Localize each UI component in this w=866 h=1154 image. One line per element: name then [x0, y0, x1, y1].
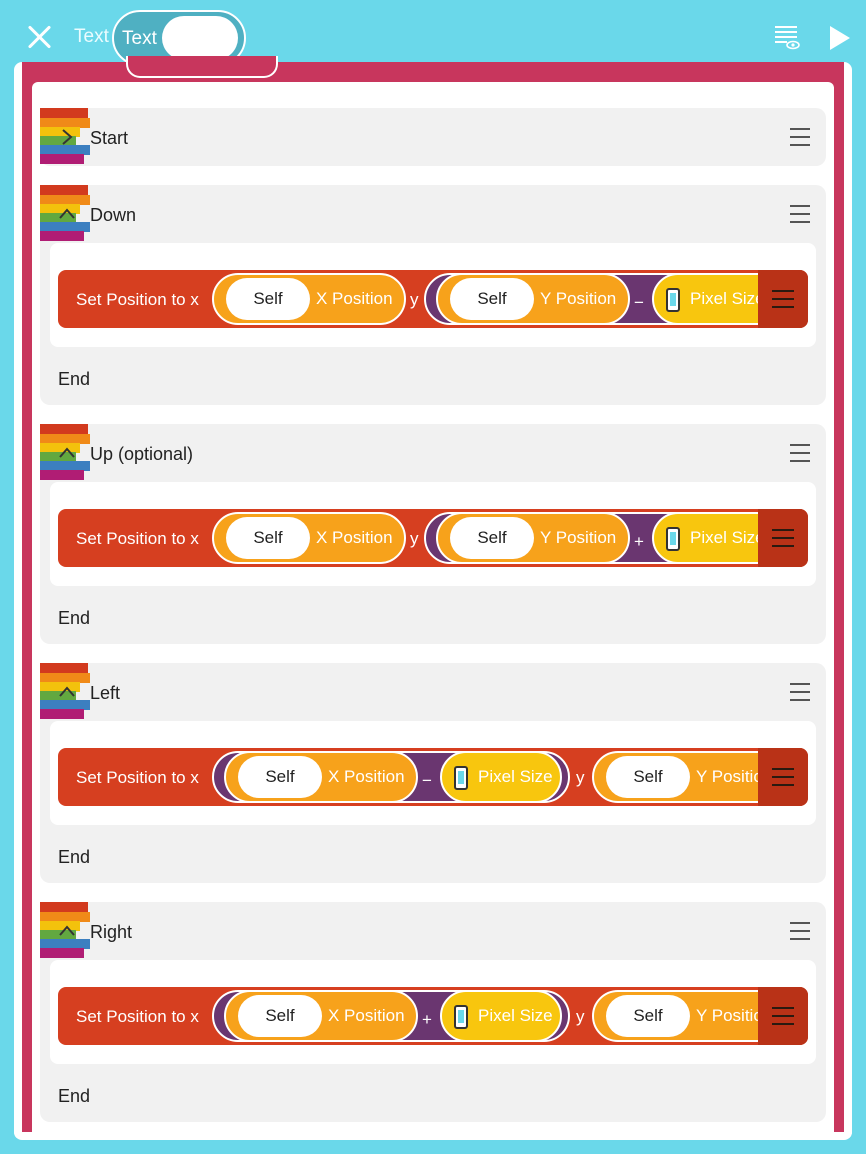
block-label: Set Position to x [76, 290, 199, 309]
self-object[interactable]: Self [606, 756, 690, 798]
set-position-block[interactable]: Set Position to x Self X Position + Pixe… [58, 987, 808, 1045]
block-menu-icon[interactable] [758, 748, 808, 806]
top-toolbar: Text Text [6, 4, 860, 66]
self-object[interactable]: Self [226, 517, 310, 559]
preview-code-icon[interactable] [774, 24, 800, 50]
x-math-param[interactable]: Self X Position + Pixel Size [212, 990, 570, 1042]
block-container: Set Position to x Self X Position + Pixe… [50, 960, 816, 1064]
y-label: y [576, 1007, 585, 1026]
self-object[interactable]: Self [238, 995, 322, 1037]
y-math-param[interactable]: Self Y Position + Pixel Size [424, 512, 808, 564]
self-object[interactable]: Self [606, 995, 690, 1037]
menu-icon[interactable] [790, 205, 810, 223]
x-position-param[interactable]: Self X Position [212, 512, 406, 564]
mode-label[interactable]: Text [74, 26, 109, 48]
script-right[interactable]: Right Set Position to x Self X Position … [40, 902, 826, 1122]
menu-icon[interactable] [790, 444, 810, 462]
block-container: Set Position to x Self X Position y Self… [50, 482, 816, 586]
script-up[interactable]: Up (optional) Set Position to x Self X P… [40, 424, 826, 644]
script-header: Right [40, 902, 826, 960]
script-left[interactable]: Left Set Position to x Self X Position −… [40, 663, 826, 883]
self-object[interactable]: Self [450, 278, 534, 320]
frame-tab [126, 56, 278, 78]
script-title: Left [90, 683, 121, 703]
block-container: Set Position to x Self X Position y Self… [50, 243, 816, 347]
y-position-param[interactable]: Self Y Position [592, 990, 786, 1042]
menu-icon[interactable] [790, 922, 810, 940]
phone-icon [666, 527, 680, 551]
attr-label: X Position [328, 767, 405, 786]
chevron-right-icon [62, 129, 73, 145]
attr-label: Pixel Size [478, 767, 553, 786]
block-menu-icon[interactable] [758, 987, 808, 1045]
script-header: Left [40, 663, 826, 721]
operator[interactable]: − [422, 771, 432, 791]
attr-label: X Position [316, 528, 393, 547]
pixel-size-param[interactable]: Pixel Size [440, 751, 562, 803]
close-icon[interactable] [24, 22, 54, 52]
x-math-param[interactable]: Self X Position − Pixel Size [212, 751, 570, 803]
script-title: Down [90, 205, 137, 225]
self-object[interactable]: Self [238, 756, 322, 798]
operator[interactable]: + [422, 1010, 432, 1030]
x-position-param[interactable]: Self X Position [212, 273, 406, 325]
attr-label: Y Position [540, 528, 617, 547]
y-position-param[interactable]: Self Y Position [436, 273, 630, 325]
operator[interactable]: − [634, 293, 644, 313]
play-icon[interactable] [830, 26, 850, 50]
script-title: Right [90, 922, 133, 942]
y-math-param[interactable]: Self Y Position − Pixel Size [424, 273, 808, 325]
chevron-up-icon [59, 686, 75, 697]
script-header: Down [40, 185, 826, 243]
set-position-block[interactable]: Set Position to x Self X Position − Pixe… [58, 748, 808, 806]
attr-label: X Position [316, 289, 393, 308]
block-container: Set Position to x Self X Position − Pixe… [50, 721, 816, 825]
attr-label: Pixel Size [690, 289, 765, 308]
y-label: y [410, 290, 419, 309]
script-title: Up (optional) [90, 444, 194, 464]
end-label: End [58, 369, 91, 389]
phone-icon [454, 1005, 468, 1029]
block-label: Set Position to x [76, 1007, 199, 1026]
script-down[interactable]: Down Set Position to x Self X Position y… [40, 185, 826, 405]
chevron-up-icon [59, 925, 75, 936]
x-position-param[interactable]: Self X Position [224, 990, 418, 1042]
y-position-param[interactable]: Self Y Position [592, 751, 786, 803]
end-label: End [58, 1086, 91, 1106]
attr-label: Y Position [540, 289, 617, 308]
attr-label: X Position [328, 1006, 405, 1025]
set-position-block[interactable]: Set Position to x Self X Position y Self… [58, 509, 808, 567]
end-label: End [58, 847, 91, 867]
script-header: Up (optional) [40, 424, 826, 482]
block-label: Set Position to x [76, 529, 199, 548]
end-label: End [58, 608, 91, 628]
x-position-param[interactable]: Self X Position [224, 751, 418, 803]
attr-label: Pixel Size [478, 1006, 553, 1025]
y-label: y [410, 529, 419, 548]
block-label: Set Position to x [76, 768, 199, 787]
toggle-knob [162, 16, 238, 60]
self-object[interactable]: Self [226, 278, 310, 320]
chevron-up-icon [59, 447, 75, 458]
script-title: Start [90, 128, 129, 148]
toggle-label: Text [122, 28, 157, 49]
menu-icon[interactable] [790, 128, 810, 146]
block-menu-icon[interactable] [758, 509, 808, 567]
operator[interactable]: + [634, 532, 644, 552]
phone-icon [454, 766, 468, 790]
self-object[interactable]: Self [450, 517, 534, 559]
pixel-size-param[interactable]: Pixel Size [440, 990, 562, 1042]
script-start[interactable]: Start [40, 108, 826, 166]
block-menu-icon[interactable] [758, 270, 808, 328]
y-label: y [576, 768, 585, 787]
chevron-up-icon [59, 208, 75, 219]
menu-icon[interactable] [790, 683, 810, 701]
set-position-block[interactable]: Set Position to x Self X Position y Self… [58, 270, 808, 328]
script-header: Start [40, 108, 826, 166]
attr-label: Pixel Size [690, 528, 765, 547]
phone-icon [666, 288, 680, 312]
y-position-param[interactable]: Self Y Position [436, 512, 630, 564]
